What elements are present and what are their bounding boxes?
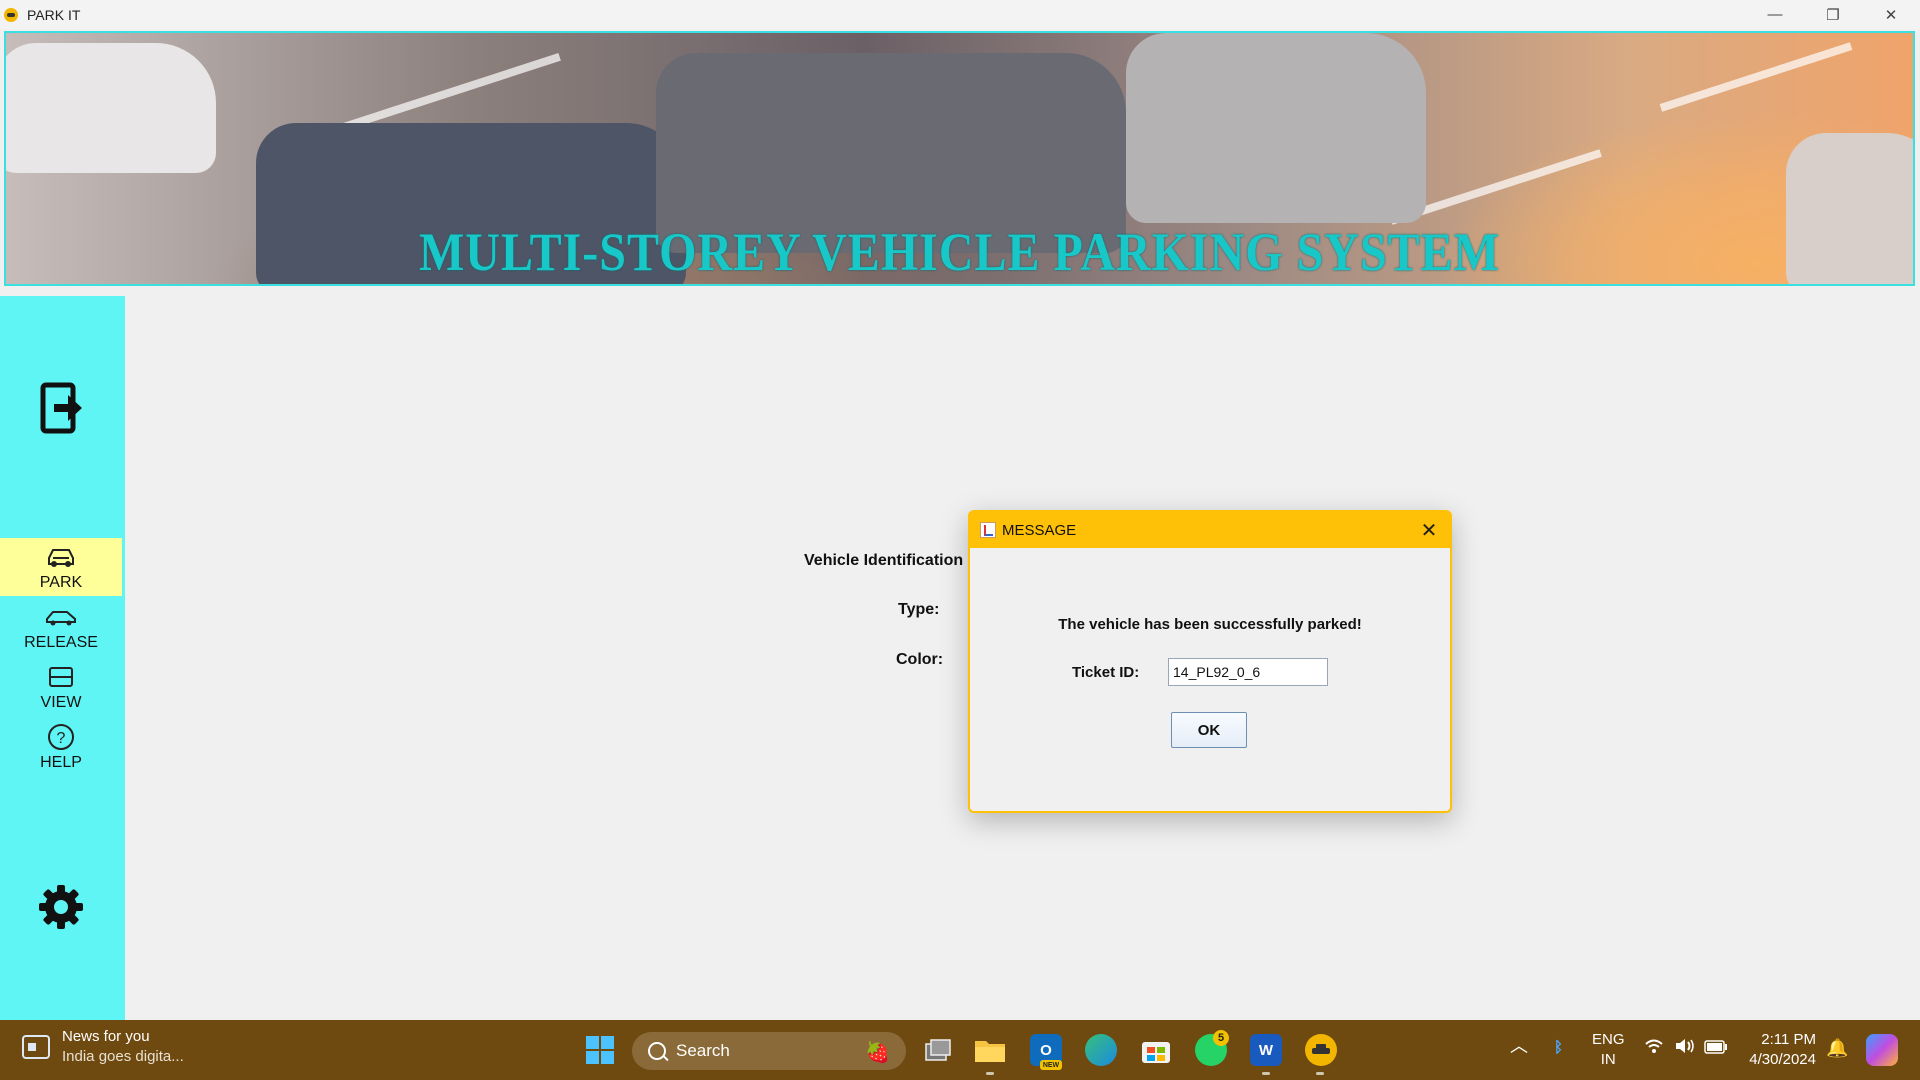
dialog-close-button[interactable]: ✕ xyxy=(1418,519,1440,542)
sidebar-item-release[interactable]: RELEASE xyxy=(0,598,122,656)
news-widget[interactable]: News for you India goes digita... xyxy=(22,1028,184,1065)
sidebar-item-park[interactable]: PARK xyxy=(0,538,122,596)
settings-gear-icon[interactable] xyxy=(38,884,84,930)
task-view-icon[interactable] xyxy=(922,1034,954,1066)
help-circle-icon: ? xyxy=(44,724,78,750)
sidebar-item-label: PARK xyxy=(39,574,83,591)
sidebar: PARK RELEASE VIEW ? HELP xyxy=(0,296,125,1020)
microsoft-store-icon[interactable] xyxy=(1140,1034,1172,1066)
park-it-taxi-icon[interactable] xyxy=(1305,1034,1337,1066)
car-icon xyxy=(44,544,78,570)
search-icon xyxy=(648,1042,666,1060)
strawberry-icon: 🍓 xyxy=(865,1042,890,1064)
clock-time: 2:11 PM xyxy=(1761,1031,1816,1048)
tray-overflow-chevron-icon[interactable]: ︿ xyxy=(1510,1036,1528,1056)
dialog-title: MESSAGE xyxy=(1002,521,1077,539)
taskbar-search[interactable]: Search 🍓 xyxy=(632,1032,906,1070)
java-app-icon xyxy=(980,522,996,538)
notification-bell-icon[interactable]: 🔔 xyxy=(1826,1038,1848,1058)
taskbar: News for you India goes digita... Search… xyxy=(0,1020,1920,1080)
ticket-id-field[interactable] xyxy=(1168,658,1328,686)
sidebar-item-label: HELP xyxy=(40,754,82,771)
view-list-icon xyxy=(44,664,78,690)
ticket-id-label: Ticket ID: xyxy=(1072,664,1140,681)
bluetooth-icon[interactable]: ᛒ xyxy=(1554,1038,1563,1058)
vin-label: Vehicle Identification N xyxy=(804,552,980,569)
battery-icon[interactable] xyxy=(1704,1040,1728,1060)
logout-icon[interactable] xyxy=(40,382,84,434)
news-title: News for you xyxy=(62,1028,150,1045)
sidebar-item-view[interactable]: VIEW xyxy=(0,658,122,716)
maximize-button[interactable]: ❐ xyxy=(1804,0,1862,29)
clock[interactable]: 2:11 PM 4/30/2024 xyxy=(1742,1030,1816,1070)
language-line1: ENG xyxy=(1592,1031,1625,1048)
volume-icon[interactable] xyxy=(1674,1038,1696,1060)
outlook-new-tag: NEW xyxy=(1040,1060,1062,1070)
file-explorer-icon[interactable] xyxy=(974,1034,1006,1066)
dialog-message: The vehicle has been successfully parked… xyxy=(1058,616,1362,633)
copilot-icon[interactable] xyxy=(1866,1034,1898,1066)
minimize-button[interactable]: — xyxy=(1746,0,1804,29)
wifi-icon[interactable] xyxy=(1644,1038,1664,1060)
sidebar-item-label: VIEW xyxy=(40,694,82,711)
banner-title: MULTI-STOREY VEHICLE PARKING SYSTEM xyxy=(418,222,1500,283)
language-indicator[interactable]: ENG IN xyxy=(1592,1030,1625,1070)
close-button[interactable]: ✕ xyxy=(1862,0,1920,29)
edge-browser-icon[interactable] xyxy=(1085,1034,1117,1066)
search-label: Search xyxy=(676,1041,730,1060)
header-banner: MULTI-STOREY VEHICLE PARKING SYSTEM xyxy=(4,31,1915,286)
window-title: PARK IT xyxy=(27,6,81,23)
app-taxi-icon xyxy=(4,7,18,22)
dialog-titlebar: MESSAGE ✕ xyxy=(970,512,1450,548)
word-icon[interactable]: W xyxy=(1250,1034,1282,1066)
ok-button[interactable]: OK xyxy=(1171,712,1247,748)
message-dialog: MESSAGE ✕ The vehicle has been successfu… xyxy=(968,510,1452,813)
sidebar-item-help[interactable]: ? HELP xyxy=(0,718,122,776)
windows-start-icon[interactable] xyxy=(584,1034,616,1066)
car-icon xyxy=(44,604,78,630)
color-label: Color: xyxy=(896,651,944,668)
language-line2: IN xyxy=(1600,1051,1616,1068)
news-icon xyxy=(22,1034,50,1059)
clock-date: 4/30/2024 xyxy=(1749,1051,1816,1068)
type-label: Type: xyxy=(898,601,940,618)
sidebar-item-label: RELEASE xyxy=(24,634,98,651)
window-titlebar: PARK IT — ❐ ✕ xyxy=(0,0,1920,29)
whatsapp-badge: 5 xyxy=(1213,1030,1229,1046)
svg-text:?: ? xyxy=(57,730,66,747)
news-subtitle: India goes digita... xyxy=(62,1048,184,1065)
